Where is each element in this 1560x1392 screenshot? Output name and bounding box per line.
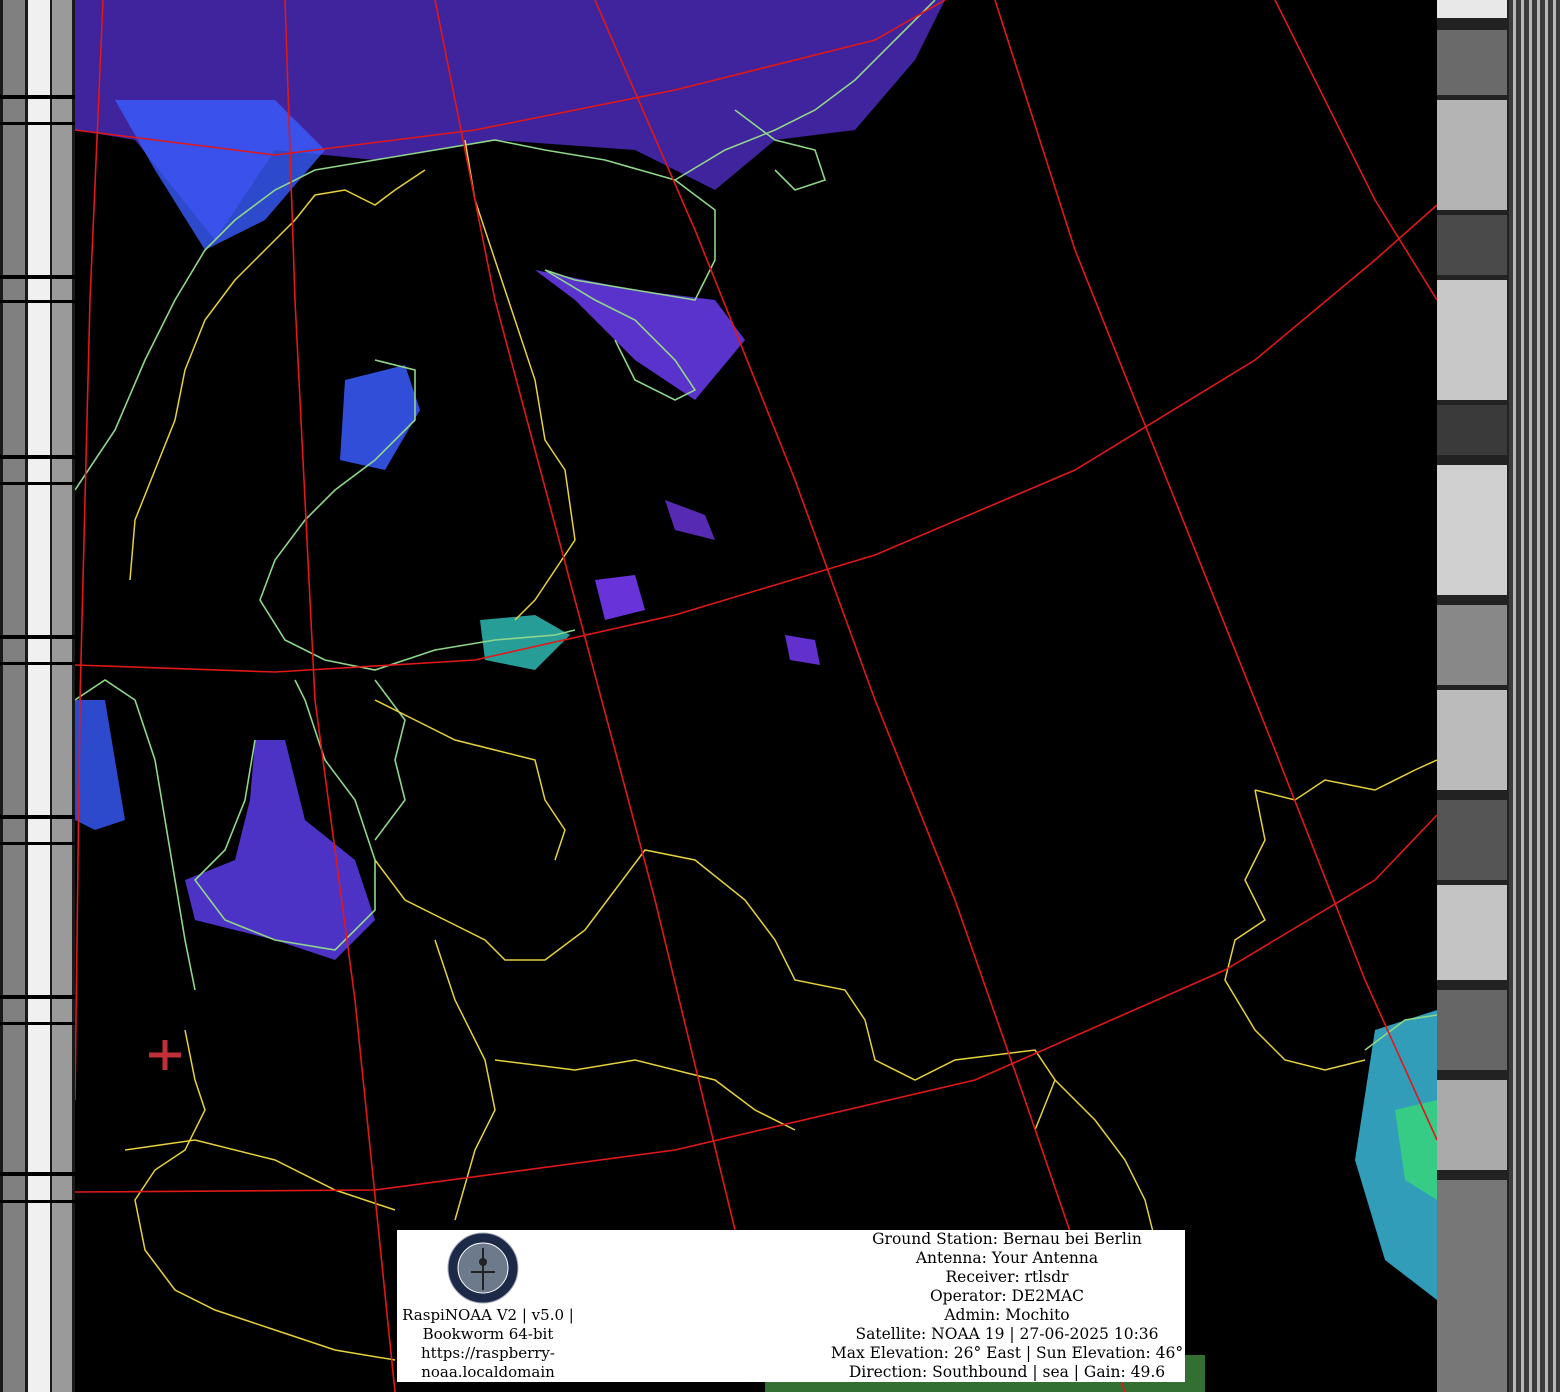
receiver-line: Receiver: rtlsdr [945,1268,1069,1286]
ground-station-line: Ground Station: Bernau bei Berlin [872,1230,1142,1248]
elevation-line: Max Elevation: 26° East | Sun Elevation:… [830,1344,1184,1362]
satellite-map [75,0,1437,1392]
satellite-line: Satellite: NOAA 19 | 27-06-2025 10:36 [855,1325,1159,1343]
software-line: noaa.localdomain [421,1363,555,1381]
info-panel: RaspiNOAA V2 | v5.0 | Bookworm 64-bit ht… [397,1230,1185,1382]
antenna-line: Antenna: Your Antenna [915,1249,1099,1267]
software-line: RaspiNOAA V2 | v5.0 | [402,1306,574,1324]
right-telemetry-strip [1437,0,1560,1392]
software-line: Bookworm 64-bit [422,1325,554,1343]
station-info: Ground Station: Bernau bei Berlin Antenn… [817,1230,1197,1382]
operator-line: Operator: DE2MAC [929,1287,1085,1305]
software-line: https://raspberry- [421,1344,555,1362]
satellite-badge-icon [447,1232,519,1304]
software-info: RaspiNOAA V2 | v5.0 | Bookworm 64-bit ht… [397,1306,579,1382]
direction-line: Direction: Southbound | sea | Gain: 49.6 [848,1363,1166,1381]
admin-line: Admin: Mochito [944,1306,1070,1324]
left-telemetry-strip [0,0,75,1392]
